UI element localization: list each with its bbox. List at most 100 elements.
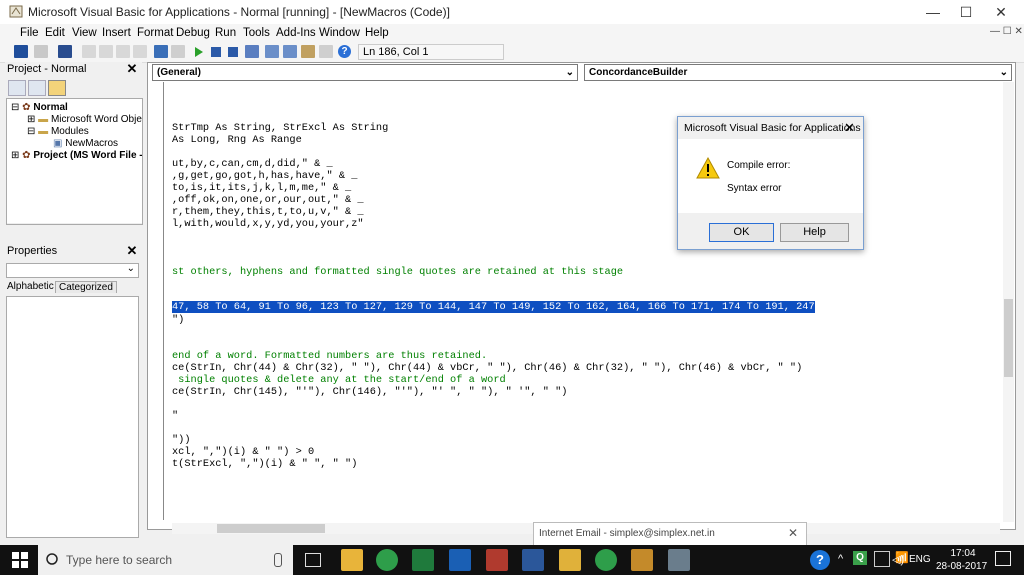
maximize-button[interactable]: ☐ [946, 0, 986, 24]
code-vertical-scrollbar[interactable] [1003, 82, 1014, 522]
code-horizontal-scroll-thumb[interactable] [217, 524, 325, 533]
chevron-up-icon[interactable]: ^ [838, 553, 843, 565]
menu-view[interactable]: View [72, 27, 97, 39]
code-line-text: end of a word. Formatted numbers are thu… [172, 350, 488, 362]
code-line: l,with,would,x,y,yd,you,your,z" [172, 218, 364, 230]
properties-object-dropdown[interactable]: ⌄ [6, 263, 139, 278]
selected-code-text: 47, 58 To 64, 91 To 96, 123 To 127, 129 … [172, 301, 815, 313]
acrobat-icon[interactable] [486, 549, 508, 571]
printer-icon[interactable] [668, 549, 690, 571]
code-line: As Long, Rng As Range [172, 134, 302, 146]
microphone-icon[interactable] [274, 553, 282, 567]
properties-panel-title: Properties [7, 245, 58, 257]
word-taskbar-icon[interactable] [522, 549, 544, 571]
project-tree-scroll-thumb[interactable] [21, 224, 101, 225]
menu-tools[interactable]: Tools [243, 27, 270, 39]
menu-run[interactable]: Run [215, 27, 236, 39]
code-line: to,is,it,its,j,k,l,m,me," & _ [172, 182, 351, 194]
procedure-combo-value: ConcordanceBuilder [589, 67, 688, 78]
properties-grid [6, 296, 139, 538]
volume-icon[interactable]: ◁) [892, 553, 904, 566]
clock-date[interactable]: 28-08-2017 [936, 561, 987, 572]
code-comment-line: single quotes & delete any at the start/… [172, 374, 506, 386]
menu-insert[interactable]: Insert [102, 27, 131, 39]
redo-icon[interactable] [171, 45, 185, 58]
task-view-icon[interactable] [305, 553, 321, 567]
code-line: ,off,ok,on,one,or,our,out," & _ [172, 194, 364, 206]
menu-file[interactable]: File [20, 27, 39, 39]
menu-add-ins[interactable]: Add-Ins [276, 27, 316, 39]
object-combo[interactable]: (General) ⌄ [152, 64, 578, 81]
menu-format[interactable]: Format [137, 27, 173, 39]
title-bar: Microsoft Visual Basic for Applications … [0, 0, 1024, 24]
cut-icon[interactable] [82, 45, 96, 58]
tree-node-modules[interactable]: ⊟ ▬ Modules [27, 126, 89, 137]
code-line-selected[interactable]: 47, 58 To 64, 91 To 96, 123 To 127, 129 … [172, 301, 815, 313]
ok-button[interactable]: OK [709, 223, 774, 242]
toggle-folders-icon[interactable] [48, 80, 66, 96]
code-line: " [172, 410, 178, 422]
run-icon[interactable] [194, 46, 204, 61]
outlook-icon[interactable] [449, 549, 471, 571]
tree-node-normal[interactable]: ⊟ ✿ Normal [11, 102, 68, 113]
paste-icon[interactable] [116, 45, 130, 58]
search-icon [45, 552, 59, 569]
code-vertical-scroll-thumb[interactable] [1004, 299, 1013, 377]
help-tray-icon[interactable]: ? [810, 550, 830, 570]
windows-start-icon[interactable] [12, 552, 28, 571]
procedure-combo[interactable]: ConcordanceBuilder ⌄ [584, 64, 1012, 81]
view-code-icon[interactable] [8, 80, 26, 96]
design-mode-icon[interactable] [245, 45, 259, 58]
help-icon[interactable]: ? [338, 45, 351, 58]
tree-node-word-objects[interactable]: ⊞ ▬ Microsoft Word Objects [27, 114, 142, 125]
chrome-icon[interactable] [376, 549, 398, 571]
project-explorer-icon[interactable] [265, 45, 279, 58]
find-icon[interactable] [133, 45, 147, 58]
paint-icon[interactable] [631, 549, 653, 571]
code-line-text: st others, hyphens and formatted single … [172, 266, 624, 278]
menu-edit[interactable]: Edit [45, 27, 65, 39]
language-indicator[interactable]: ENG [909, 554, 931, 565]
device-icon[interactable] [874, 551, 890, 567]
tree-node-project-doc[interactable]: ⊞ ✿ Project (MS Word File - . [11, 150, 142, 161]
view-object-icon[interactable] [28, 80, 46, 96]
clock-time[interactable]: 17:04 [945, 548, 981, 559]
notification-title: Internet Email - simplex@simplex.net.in [539, 528, 715, 539]
taskbar-search[interactable]: Type here to search [38, 545, 293, 575]
menu-debug[interactable]: Debug [176, 27, 210, 39]
notification-close-icon[interactable]: ✕ [788, 526, 798, 540]
close-button[interactable]: ✕ [981, 0, 1021, 24]
properties-panel-header: Properties ✕ [5, 244, 142, 259]
help-button[interactable]: Help [780, 223, 849, 242]
dialog-close-icon[interactable]: ✕ [844, 120, 855, 136]
properties-panel-close-icon[interactable]: ✕ [125, 244, 139, 258]
toolbox-icon[interactable] [319, 45, 333, 58]
menu-help[interactable]: Help [365, 27, 389, 39]
tab-categorized[interactable]: Categorized [55, 281, 117, 293]
object-combo-value: (General) [157, 67, 201, 78]
insert-form-icon[interactable] [34, 45, 48, 58]
object-browser-icon[interactable] [301, 45, 315, 58]
sticky-notes-icon[interactable] [559, 549, 581, 571]
project-panel-close-icon[interactable]: ✕ [125, 62, 139, 76]
chrome-profile-icon[interactable] [595, 549, 617, 571]
undo-icon[interactable] [154, 45, 168, 58]
notifications-icon[interactable] [995, 551, 1011, 566]
project-tree-scrollbar[interactable] [7, 223, 142, 225]
chevron-down-icon: ⌄ [126, 263, 135, 274]
tray-app-icon[interactable]: Q [853, 551, 867, 565]
reset-icon[interactable] [228, 47, 238, 57]
word-icon[interactable] [14, 45, 28, 58]
tab-alphabetic[interactable]: Alphabetic [7, 281, 54, 292]
menu-window[interactable]: Window [319, 27, 360, 39]
project-tree: ⊟ ✿ Normal ⊞ ▬ Microsoft Word Objects ⊟ … [6, 98, 143, 225]
margin-indicator-bar [163, 82, 164, 520]
file-explorer-icon[interactable] [341, 549, 363, 571]
save-icon[interactable] [58, 45, 72, 58]
copy-icon[interactable] [99, 45, 113, 58]
properties-window-icon[interactable] [283, 45, 297, 58]
tree-node-newmacros[interactable]: ▣ NewMacros [53, 138, 118, 149]
break-icon[interactable] [211, 47, 221, 57]
code-line-text: StrTmp As String, StrExcl As String [172, 122, 389, 134]
excel-icon[interactable] [412, 549, 434, 571]
